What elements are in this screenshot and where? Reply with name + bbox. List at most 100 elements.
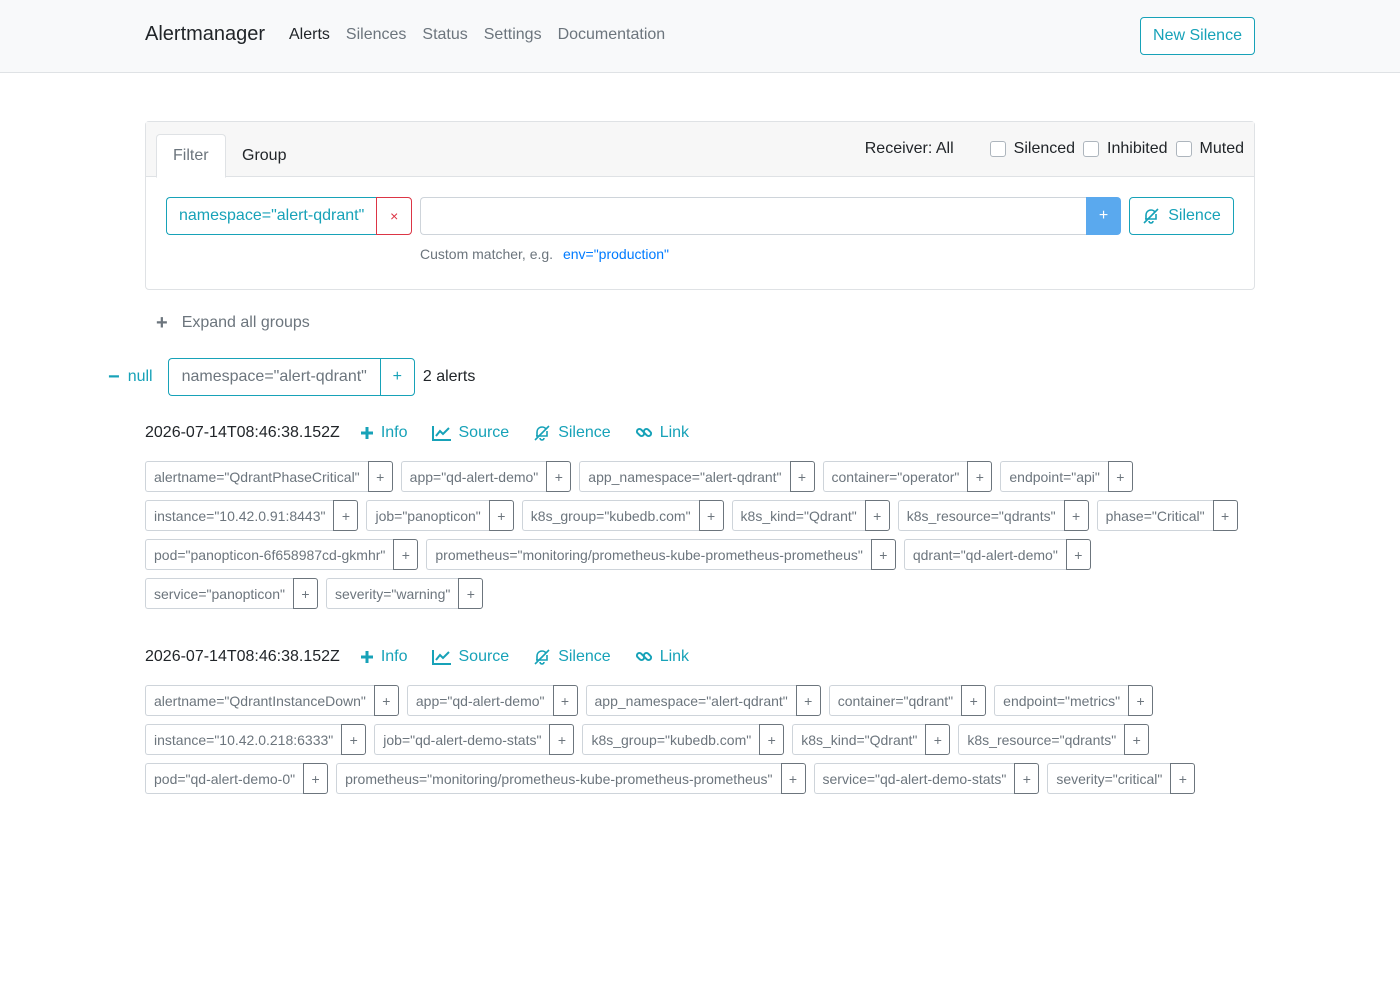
label-text[interactable]: container="operator" xyxy=(822,461,968,492)
add-label-filter-button[interactable]: + xyxy=(1124,724,1150,755)
nav-alerts[interactable]: Alerts xyxy=(289,26,330,44)
label-text[interactable]: severity="critical" xyxy=(1047,763,1171,794)
muted-checkbox[interactable]: Muted xyxy=(1175,140,1244,158)
add-label-filter-button[interactable]: + xyxy=(795,685,821,716)
add-label-filter-button[interactable]: + xyxy=(341,724,367,755)
link-button[interactable]: Link xyxy=(635,648,689,666)
add-label-filter-button[interactable]: + xyxy=(552,685,578,716)
nav-documentation[interactable]: Documentation xyxy=(558,26,666,44)
add-label-filter-button[interactable]: + xyxy=(1170,763,1196,794)
nav-status[interactable]: Status xyxy=(422,26,467,44)
add-label-filter-button[interactable]: + xyxy=(961,685,987,716)
label-text[interactable]: instance="10.42.0.218:6333" xyxy=(145,724,342,755)
add-label-filter-button[interactable]: + xyxy=(458,578,484,609)
add-label-filter-button[interactable]: + xyxy=(1107,461,1133,492)
add-label-filter-button[interactable]: + xyxy=(864,500,890,531)
label-text[interactable]: endpoint="api" xyxy=(1000,461,1108,492)
add-label-filter-button[interactable]: + xyxy=(1014,763,1040,794)
custom-matcher-input[interactable] xyxy=(420,197,1087,235)
label-text[interactable]: pod="panopticon-6f658987cd-gkmhr" xyxy=(145,539,394,570)
add-label-filter-button[interactable]: + xyxy=(789,461,815,492)
add-matcher-button[interactable]: + xyxy=(1086,197,1121,235)
link-button[interactable]: Link xyxy=(635,424,689,442)
silence-alert-button[interactable]: Silence xyxy=(533,648,611,666)
filter-matcher-text[interactable]: namespace="alert-qdrant" xyxy=(166,197,377,235)
label-text[interactable]: k8s_kind="Qdrant" xyxy=(792,724,926,755)
add-label-filter-button[interactable]: + xyxy=(549,724,575,755)
add-label-filter-button[interactable]: + xyxy=(1065,539,1091,570)
add-label-filter-button[interactable]: + xyxy=(1128,685,1154,716)
add-label-filter-button[interactable]: + xyxy=(1063,500,1089,531)
add-label-filter-button[interactable]: + xyxy=(488,500,514,531)
new-silence-button[interactable]: New Silence xyxy=(1140,17,1255,55)
label-text[interactable]: instance="10.42.0.91:8443" xyxy=(145,500,334,531)
add-label-filter-button[interactable]: + xyxy=(393,539,419,570)
add-label-filter-button[interactable]: + xyxy=(780,763,806,794)
silenced-checkbox[interactable]: Silenced xyxy=(989,140,1075,158)
add-label-filter-button[interactable]: + xyxy=(367,461,393,492)
receiver-select[interactable]: Receiver: All xyxy=(865,140,954,158)
label-text[interactable]: alertname="QdrantInstanceDown" xyxy=(145,685,374,716)
label-chip: k8s_group="kubedb.com" + xyxy=(582,724,785,755)
label-chip: severity="critical" + xyxy=(1047,763,1196,794)
add-label-filter-button[interactable]: + xyxy=(1212,500,1238,531)
label-text[interactable]: service="panopticon" xyxy=(145,578,293,609)
add-label-filter-button[interactable]: + xyxy=(373,685,399,716)
label-text[interactable]: app="qd-alert-demo" xyxy=(400,461,547,492)
add-label-filter-button[interactable]: + xyxy=(870,539,896,570)
add-label-filter-button[interactable]: + xyxy=(292,578,318,609)
checkbox-box[interactable] xyxy=(1175,141,1192,157)
add-label-filter-button[interactable]: + xyxy=(925,724,951,755)
tab-filter[interactable]: Filter xyxy=(156,134,226,178)
checkbox-box[interactable] xyxy=(989,141,1006,157)
nav-silences[interactable]: Silences xyxy=(346,26,406,44)
label-text[interactable]: k8s_resource="qdrants" xyxy=(958,724,1125,755)
inhibited-checkbox[interactable]: Inhibited xyxy=(1083,140,1168,158)
label-text[interactable]: pod="qd-alert-demo-0" xyxy=(145,763,304,794)
tab-group[interactable]: Group xyxy=(226,134,302,177)
add-label-filter-button[interactable]: + xyxy=(333,500,359,531)
add-label-filter-button[interactable]: + xyxy=(967,461,993,492)
alert-header: 2026-07-14T08:46:38.152Z Info Source Sil… xyxy=(145,418,1255,448)
silence-alert-button[interactable]: Silence xyxy=(533,424,611,442)
add-label-filter-button[interactable]: + xyxy=(546,461,572,492)
label-text[interactable]: job="panopticon" xyxy=(366,500,489,531)
label-text[interactable]: k8s_resource="qdrants" xyxy=(897,500,1064,531)
label-text[interactable]: app="qd-alert-demo" xyxy=(406,685,553,716)
label-text[interactable]: job="qd-alert-demo-stats" xyxy=(374,724,550,755)
link-icon xyxy=(635,651,652,662)
label-text[interactable]: endpoint="metrics" xyxy=(994,685,1129,716)
checkbox-box[interactable] xyxy=(1083,141,1100,157)
muted-label: Muted xyxy=(1199,140,1244,157)
add-label-filter-button[interactable]: + xyxy=(759,724,785,755)
label-text[interactable]: container="qdrant" xyxy=(828,685,962,716)
source-button[interactable]: Source xyxy=(431,648,509,666)
label-text[interactable]: prometheus="monitoring/prometheus-kube-p… xyxy=(336,763,781,794)
expand-all-groups-button[interactable]: + Expand all groups xyxy=(156,313,310,333)
label-text[interactable]: qdrant="qd-alert-demo" xyxy=(903,539,1066,570)
label-text[interactable]: k8s_kind="Qdrant" xyxy=(731,500,865,531)
filter-silence-button[interactable]: Silence xyxy=(1129,197,1234,235)
label-text[interactable]: k8s_group="kubedb.com" xyxy=(582,724,760,755)
group-add-filter-button[interactable]: + xyxy=(379,358,415,396)
add-label-filter-button[interactable]: + xyxy=(698,500,724,531)
label-text[interactable]: phase="Critical" xyxy=(1096,500,1213,531)
group-name: null xyxy=(127,368,153,385)
label-text[interactable]: app_namespace="alert-qdrant" xyxy=(585,685,796,716)
collapse-group-button[interactable]: − null xyxy=(108,366,153,389)
label-chip: prometheus="monitoring/prometheus-kube-p… xyxy=(426,539,896,570)
label-text[interactable]: service="qd-alert-demo-stats" xyxy=(813,763,1015,794)
label-chip: app="qd-alert-demo" + xyxy=(406,685,578,716)
label-text[interactable]: prometheus="monitoring/prometheus-kube-p… xyxy=(426,539,871,570)
label-text[interactable]: severity="warning" xyxy=(325,578,459,609)
label-text[interactable]: app_namespace="alert-qdrant" xyxy=(579,461,790,492)
info-button[interactable]: Info xyxy=(360,648,408,666)
source-button[interactable]: Source xyxy=(431,424,509,442)
nav-settings[interactable]: Settings xyxy=(484,26,542,44)
label-text[interactable]: alertname="QdrantPhaseCritical" xyxy=(145,461,368,492)
label-text[interactable]: k8s_group="kubedb.com" xyxy=(521,500,699,531)
info-button[interactable]: Info xyxy=(360,424,408,442)
brand-logo[interactable]: Alertmanager xyxy=(145,23,265,46)
add-label-filter-button[interactable]: + xyxy=(303,763,329,794)
remove-matcher-button[interactable]: × xyxy=(376,197,413,235)
